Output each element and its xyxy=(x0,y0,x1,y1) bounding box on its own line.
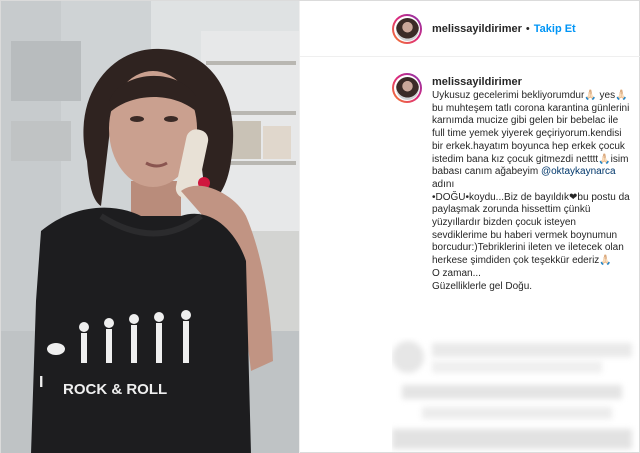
shirt-text-layer: I ROCK & ROLL xyxy=(39,374,167,398)
shirt-prefix: I xyxy=(39,374,43,391)
blurred-line xyxy=(432,361,602,373)
post-header: melissayildirimer • Takip Et xyxy=(300,1,640,57)
caption-mention-link[interactable]: @oktaykaynarca xyxy=(541,166,616,177)
blurred-comments xyxy=(392,337,640,453)
caption-text-after: adını •DOĞU•koydu...Biz de bayıldık❤bu p… xyxy=(432,178,630,292)
blurred-line xyxy=(432,343,632,357)
follow-button[interactable]: Takip Et xyxy=(534,23,576,35)
header-separator: • xyxy=(525,22,530,35)
caption-username[interactable]: melissayildirimer xyxy=(432,76,522,88)
caption-avatar[interactable] xyxy=(392,73,422,103)
blurred-avatar xyxy=(392,341,424,373)
blurred-line xyxy=(392,429,632,449)
post-sidebar: melissayildirimer • Takip Et melissayild… xyxy=(299,1,640,453)
header-username[interactable]: melissayildirimer xyxy=(432,23,522,35)
instagram-post: I ROCK & ROLL melissayildirimer • Takip … xyxy=(0,0,640,453)
shirt-text: ROCK & ROLL xyxy=(63,381,167,398)
caption-text-before: Uykusuz gecelerimi bekliyorumdur🙏🏻 yes🙏🏻… xyxy=(432,90,633,178)
post-photo[interactable]: I ROCK & ROLL xyxy=(1,1,299,453)
caption-text: Uykusuz gecelerimi bekliyorumdur🙏🏻 yes🙏🏻… xyxy=(432,90,632,293)
blurred-line xyxy=(402,385,622,399)
profile-avatar[interactable] xyxy=(392,14,422,44)
blurred-line xyxy=(422,407,612,419)
